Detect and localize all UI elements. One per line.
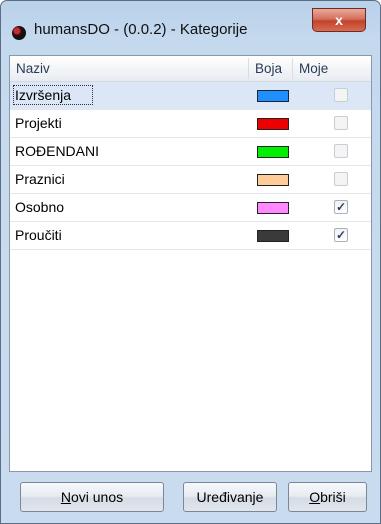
mine-checkbox[interactable] xyxy=(334,88,348,102)
row-name: Osobno xyxy=(15,199,65,215)
row-name: Proučiti xyxy=(15,227,62,243)
title-bar[interactable]: humansDO - (0.0.2) - Kategorije x xyxy=(1,1,380,51)
category-window: humansDO - (0.0.2) - Kategorije x Naziv … xyxy=(0,0,381,524)
color-swatch[interactable] xyxy=(257,146,289,158)
row-name: Projekti xyxy=(15,115,62,131)
close-button[interactable]: x xyxy=(312,8,366,32)
table-row[interactable]: Izvršenja xyxy=(10,82,371,110)
color-swatch[interactable] xyxy=(257,202,289,214)
mine-checkbox[interactable]: ✓ xyxy=(334,228,348,242)
mine-checkbox[interactable] xyxy=(334,172,348,186)
window-client-area: Naziv Boja Moje Izvršenja Projekti ROĐEN… xyxy=(9,55,372,519)
color-swatch[interactable] xyxy=(257,230,289,242)
app-icon xyxy=(12,26,26,40)
table-row[interactable]: ROĐENDANI xyxy=(10,138,371,166)
color-swatch[interactable] xyxy=(257,174,289,186)
table-row[interactable]: Praznici xyxy=(10,166,371,194)
row-name: Izvršenja xyxy=(15,87,72,103)
category-list[interactable]: Naziv Boja Moje Izvršenja Projekti ROĐEN… xyxy=(9,55,372,472)
window-title: humansDO - (0.0.2) - Kategorije xyxy=(34,21,248,38)
list-header: Naziv Boja Moje xyxy=(10,56,371,82)
table-row[interactable]: Osobno ✓ xyxy=(10,194,371,222)
mine-checkbox[interactable] xyxy=(334,116,348,130)
row-name: ROĐENDANI xyxy=(15,143,100,159)
mine-checkbox[interactable] xyxy=(334,144,348,158)
row-name: Praznici xyxy=(15,171,65,187)
column-header-moje[interactable]: Moje xyxy=(293,56,353,81)
color-swatch[interactable] xyxy=(257,118,289,130)
column-header-boja[interactable]: Boja xyxy=(249,56,291,81)
new-entry-button[interactable]: Novi unos xyxy=(20,482,164,512)
color-swatch[interactable] xyxy=(257,90,289,102)
table-row[interactable]: Proučiti ✓ xyxy=(10,222,371,250)
table-row[interactable]: Projekti xyxy=(10,110,371,138)
delete-button[interactable]: Obriši xyxy=(288,482,367,512)
edit-button[interactable]: Uređivanje xyxy=(183,482,277,512)
column-header-naziv[interactable]: Naziv xyxy=(10,56,248,81)
mine-checkbox[interactable]: ✓ xyxy=(334,200,348,214)
